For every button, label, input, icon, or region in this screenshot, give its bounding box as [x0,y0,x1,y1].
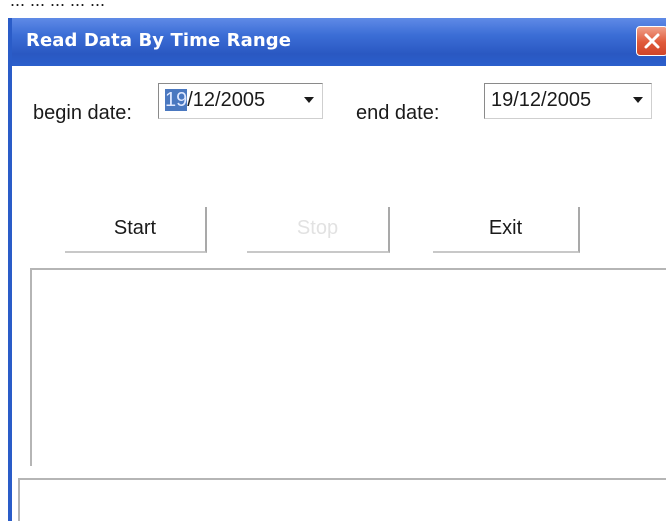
chevron-down-icon [633,97,643,103]
begin-date-value[interactable]: 19/12/2005 [165,89,265,112]
end-date-label: end date: [356,102,440,124]
cropped-text-fragment: ... ... ... ... ... [10,0,106,10]
end-date-value[interactable]: 19/12/2005 [491,89,591,112]
end-date-dropdown-button[interactable] [628,90,648,112]
begin-date-dropdown-button[interactable] [299,90,319,112]
close-icon [644,33,660,49]
start-button[interactable]: Start [65,207,207,253]
results-list[interactable] [30,268,666,466]
end-date-picker[interactable]: 19/12/2005 [484,83,652,119]
begin-date-picker[interactable]: 19/12/2005 [158,83,323,119]
status-panel [18,478,666,521]
chevron-down-icon [304,97,314,103]
begin-date-selected-day: 19 [165,89,188,111]
title-bar[interactable]: Read Data By Time Range [12,18,666,66]
begin-date-rest: /12/2005 [187,89,266,111]
begin-date-label: begin date: [33,102,132,124]
window-title: Read Data By Time Range [26,30,292,51]
close-button[interactable] [636,26,666,56]
exit-button[interactable]: Exit [433,207,580,253]
stop-button[interactable]: Stop [247,207,390,253]
